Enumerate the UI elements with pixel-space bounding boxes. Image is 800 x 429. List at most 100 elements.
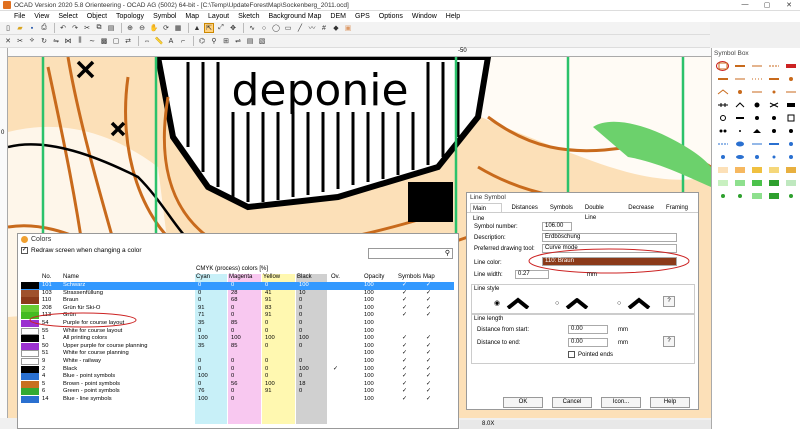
- symbol-item[interactable]: [784, 139, 797, 149]
- symbol-item[interactable]: [716, 178, 729, 188]
- col-opacity[interactable]: Opacity: [364, 274, 384, 280]
- symbol-item[interactable]: [750, 87, 763, 97]
- symbol-item[interactable]: [716, 100, 729, 110]
- edit-object-icon[interactable]: ▲: [192, 23, 202, 33]
- refresh-icon[interactable]: ⟳: [161, 23, 171, 33]
- line-width-field[interactable]: 0.27: [515, 270, 549, 279]
- menu-topology[interactable]: Topology: [116, 13, 144, 20]
- new-file-icon[interactable]: ▯: [3, 23, 13, 33]
- symbol-item[interactable]: [784, 100, 797, 110]
- symbol-item[interactable]: [716, 191, 729, 201]
- symbol-number-field[interactable]: 106.00: [542, 222, 572, 231]
- background-icon[interactable]: ▧: [257, 36, 267, 46]
- menu-symbol[interactable]: Symbol: [153, 13, 176, 20]
- corner-icon[interactable]: ⌐: [178, 36, 188, 46]
- zoom-in-icon[interactable]: ⊕: [125, 23, 135, 33]
- curve-mode-icon[interactable]: ∿: [247, 23, 257, 33]
- symbol-item[interactable]: [750, 165, 763, 175]
- split-icon[interactable]: ⫼: [75, 36, 85, 46]
- redo-icon[interactable]: ↷: [70, 23, 80, 33]
- radio-icon[interactable]: ○: [555, 300, 559, 307]
- convert-icon[interactable]: ⇌: [233, 36, 243, 46]
- text-icon[interactable]: A: [166, 36, 176, 46]
- border-icon[interactable]: ▢: [111, 36, 121, 46]
- undo-icon[interactable]: ↶: [58, 23, 68, 33]
- maximize-button[interactable]: ▢: [756, 1, 778, 9]
- table-row[interactable]: 6 Green - point symbols 76 0 91 0 100 ✓ ✓: [21, 388, 454, 396]
- menu-background-map[interactable]: Background Map: [268, 13, 321, 20]
- ok-button[interactable]: OK: [503, 397, 543, 408]
- symbol-item[interactable]: [784, 74, 797, 84]
- fill-area-icon[interactable]: ▩: [99, 36, 109, 46]
- fill-icon[interactable]: ◆: [331, 23, 341, 33]
- symbol-item[interactable]: [767, 139, 780, 149]
- line-style-help-button[interactable]: ?: [663, 296, 675, 307]
- straight-line-icon[interactable]: ╱: [295, 23, 305, 33]
- symbol-item[interactable]: [767, 165, 780, 175]
- select-icon[interactable]: ⤢: [216, 23, 226, 33]
- tab-framing[interactable]: Framing: [664, 203, 690, 212]
- ruler-icon[interactable]: 📏: [154, 36, 164, 46]
- rotate-icon[interactable]: ↻: [39, 36, 49, 46]
- symbol-item[interactable]: [767, 61, 780, 71]
- symbol-item[interactable]: [733, 178, 746, 188]
- hand-icon[interactable]: ✋: [149, 23, 159, 33]
- pointed-ends-checkbox[interactable]: [568, 351, 575, 358]
- grid-snap-icon[interactable]: ▣: [343, 23, 353, 33]
- col-symbols[interactable]: Symbols: [398, 274, 421, 280]
- table-row[interactable]: 101 Schwarz 0 0 0 100 100 ✓ ✓: [21, 282, 454, 290]
- delete-icon[interactable]: ✕: [3, 36, 13, 46]
- pointed-ends-option[interactable]: Pointed ends: [568, 351, 613, 358]
- symbol-item[interactable]: [767, 152, 780, 162]
- open-folder-icon[interactable]: ▰: [15, 23, 25, 33]
- col-map[interactable]: Map: [423, 274, 435, 280]
- save-icon[interactable]: ▪: [27, 23, 37, 33]
- symbol-item[interactable]: [784, 178, 797, 188]
- grid-icon[interactable]: ▦: [173, 23, 183, 33]
- reverse-icon[interactable]: ⇄: [123, 36, 133, 46]
- col-name[interactable]: Name: [63, 274, 79, 280]
- tab-distances[interactable]: Distances: [510, 203, 540, 212]
- cut-icon[interactable]: ✂: [82, 23, 92, 33]
- menu-view[interactable]: View: [34, 13, 49, 20]
- table-row[interactable]: 9 White - railway 0 0 0 0 100 ✓ ✓: [21, 357, 454, 366]
- dist-start-field[interactable]: 0.00: [568, 325, 608, 334]
- help-button[interactable]: Help: [650, 397, 690, 408]
- line-style-round-option[interactable]: ○: [555, 297, 589, 309]
- table-row[interactable]: 5 Brown - point symbols 0 56 100 18 100 ✓ ✓: [21, 380, 454, 389]
- symbol-item[interactable]: [767, 87, 780, 97]
- radio-icon[interactable]: ○: [617, 300, 621, 307]
- line-length-help-button[interactable]: ?: [663, 336, 675, 347]
- symbol-item[interactable]: [733, 87, 746, 97]
- table-row[interactable]: 50 Upper purple for course planning 35 85 0 0…: [21, 342, 454, 351]
- symbol-item[interactable]: [733, 152, 746, 162]
- layer-icon[interactable]: ▤: [245, 36, 255, 46]
- minimize-button[interactable]: —: [734, 1, 756, 9]
- menu-gps[interactable]: GPS: [355, 13, 370, 20]
- symbol-item[interactable]: [750, 113, 763, 123]
- symbol-item[interactable]: [750, 74, 763, 84]
- symbol-item[interactable]: [784, 87, 797, 97]
- circle-mode-icon[interactable]: ◯: [271, 23, 281, 33]
- table-row[interactable]: 103 Strassenfüllung 0 28 41 10 100 ✓ ✓: [21, 289, 454, 298]
- copy-icon[interactable]: ⧉: [94, 23, 104, 33]
- symbol-item[interactable]: [750, 126, 763, 136]
- symbol-item[interactable]: [750, 100, 763, 110]
- symbol-item[interactable]: [784, 191, 797, 201]
- select-symbol-icon[interactable]: ⊞: [221, 36, 231, 46]
- pointer-icon[interactable]: ⇱: [204, 23, 214, 33]
- zoom-out-icon[interactable]: ⊖: [137, 23, 147, 33]
- search-icon[interactable]: ⚲: [209, 36, 219, 46]
- menu-sketch[interactable]: Sketch: [238, 13, 259, 20]
- symbol-item[interactable]: [784, 113, 797, 123]
- symbol-item[interactable]: [767, 178, 780, 188]
- symbol-item[interactable]: [750, 61, 763, 71]
- close-button[interactable]: ✕: [778, 1, 800, 9]
- line-style-miter-option[interactable]: ○: [617, 297, 651, 309]
- table-row[interactable]: 2 Black 0 0 0 100 ✓ 100 ✓ ✓: [21, 365, 454, 374]
- symbol-item[interactable]: [784, 126, 797, 136]
- symbol-item[interactable]: [716, 152, 729, 162]
- symbol-item[interactable]: [733, 61, 746, 71]
- symbol-item[interactable]: [716, 126, 729, 136]
- binoculars-icon[interactable]: ⌬: [197, 36, 207, 46]
